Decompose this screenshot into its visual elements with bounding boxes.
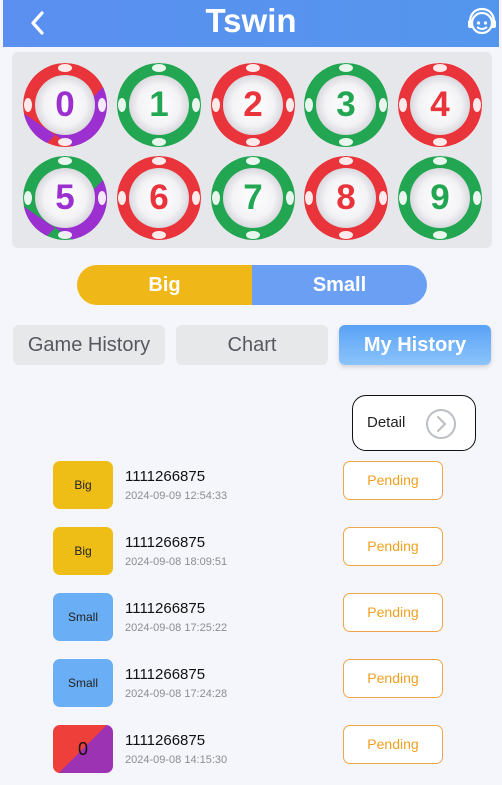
bet-badge: 0: [53, 725, 113, 773]
tab-game-history[interactable]: Game History: [13, 325, 165, 365]
ball-number: 5: [55, 178, 75, 217]
ball-0[interactable]: 0: [23, 63, 107, 147]
history-row[interactable]: Small 1111266875 2024-09-08 17:25:22 Pendin…: [0, 593, 502, 653]
status-badge: Pending: [343, 461, 443, 500]
ball-number: 9: [430, 178, 450, 217]
bet-badge: Big: [53, 461, 113, 509]
status-badge: Pending: [343, 725, 443, 764]
ball-number: 3: [336, 85, 356, 124]
number-ball-panel: 0 1 2 3 4 5 6 7 8 9: [12, 52, 492, 248]
ball-2[interactable]: 2: [211, 63, 295, 147]
ball-4[interactable]: 4: [398, 63, 482, 147]
status-badge: Pending: [343, 659, 443, 698]
page-title: Tswin: [205, 2, 297, 39]
history-row[interactable]: Big 1111266875 2024-09-09 12:54:33 Pending: [0, 461, 502, 521]
detail-label: Detail: [367, 414, 406, 431]
ball-6[interactable]: 6: [117, 156, 201, 240]
ball-7[interactable]: 7: [211, 156, 295, 240]
bet-badge: Small: [53, 593, 113, 641]
issue-number: 1111266875: [125, 468, 206, 485]
issue-number: 1111266875: [125, 732, 206, 749]
bet-time: 2024-09-08 14:15:30: [125, 754, 228, 766]
ball-number: 6: [149, 178, 169, 217]
status-badge: Pending: [343, 593, 443, 632]
app-header: Tswin: [3, 0, 499, 47]
issue-number: 1111266875: [125, 600, 206, 617]
bet-badge: Small: [53, 659, 113, 707]
history-row[interactable]: Small 1111266875 2024-09-08 17:24:28 Pendin…: [0, 659, 502, 719]
ball-number: 0: [55, 85, 75, 124]
ball-1[interactable]: 1: [117, 63, 201, 147]
ball-number: 8: [336, 178, 356, 217]
ball-number: 4: [430, 85, 450, 124]
ball-number: 1: [149, 85, 169, 124]
ball-8[interactable]: 8: [304, 156, 388, 240]
history-row[interactable]: 0 1111266875 2024-09-08 14:15:30 Pending: [0, 725, 502, 785]
bet-time: 2024-09-09 12:54:33: [125, 490, 228, 502]
bet-time: 2024-09-08 18:09:51: [125, 556, 228, 568]
tab-chart[interactable]: Chart: [176, 325, 328, 365]
big-button[interactable]: Big: [77, 265, 252, 305]
ball-number: 7: [243, 178, 263, 217]
chevron-right-circle-icon: [426, 409, 456, 439]
bet-badge: Big: [53, 527, 113, 575]
ball-3[interactable]: 3: [304, 63, 388, 147]
issue-number: 1111266875: [125, 534, 206, 551]
ball-9[interactable]: 9: [398, 156, 482, 240]
detail-button[interactable]: Detail: [352, 395, 476, 451]
status-badge: Pending: [343, 527, 443, 566]
tab-my-history[interactable]: My History: [339, 325, 491, 365]
issue-number: 1111266875: [125, 666, 206, 683]
history-row[interactable]: Big 1111266875 2024-09-08 18:09:51 Pending: [0, 527, 502, 587]
headset-icon[interactable]: [466, 6, 498, 38]
small-button[interactable]: Small: [252, 265, 427, 305]
ball-5[interactable]: 5: [23, 156, 107, 240]
bet-time: 2024-09-08 17:24:28: [125, 688, 228, 700]
big-small-selector: Big Small: [77, 265, 427, 305]
ball-number: 2: [243, 85, 263, 124]
bet-time: 2024-09-08 17:25:22: [125, 622, 228, 634]
